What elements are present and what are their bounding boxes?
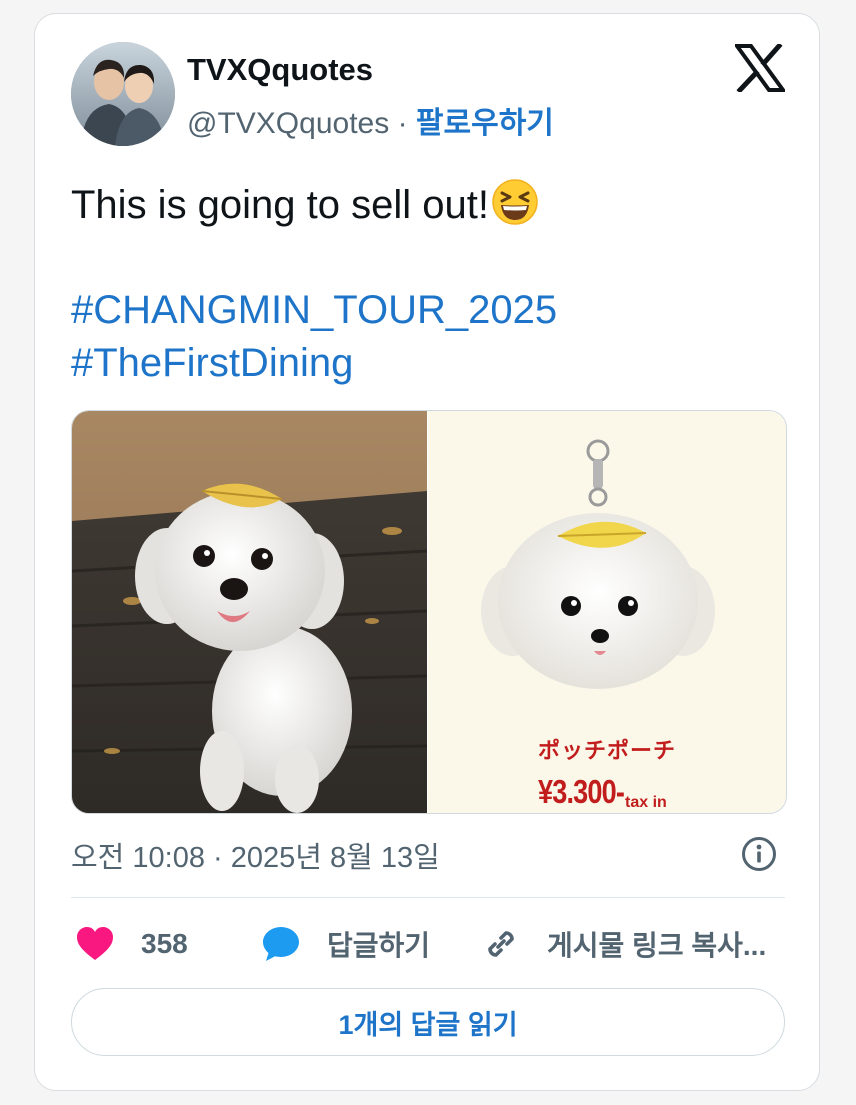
info-icon[interactable]: [741, 836, 777, 872]
dog-photo[interactable]: [72, 411, 428, 813]
avatar[interactable]: [71, 42, 175, 146]
reply-action-label: 답글하기: [327, 930, 431, 961]
like-button[interactable]: 358: [75, 922, 188, 966]
heart-icon: [77, 927, 113, 960]
like-count: 358: [141, 928, 188, 959]
product-image[interactable]: ポッチポーチ ¥3.300- tax in: [428, 411, 786, 813]
product-price: ¥3.300-: [538, 773, 625, 810]
tweet-embed-card: TVXQquotes @TVXQquotes · 팔로우하기 This is g…: [34, 13, 820, 1091]
tweet-media[interactable]: ポッチポーチ ¥3.300- tax in: [71, 410, 787, 814]
tweet-body: This is going to sell out!: [71, 183, 489, 227]
plush-pouch-image: [481, 439, 715, 689]
copy-link-label: 게시물 링크 복사...: [547, 930, 767, 961]
hashtag-line: #TheFirstDining: [71, 337, 791, 390]
separator-dot: ·: [397, 107, 408, 140]
grinning-squinting-face-icon: [491, 178, 539, 240]
follow-button[interactable]: 팔로우하기: [416, 107, 554, 140]
tweet-text-line: This is going to sell out!: [71, 178, 791, 231]
author-display-name[interactable]: TVXQquotes: [187, 52, 373, 88]
avatar-image: [71, 42, 175, 146]
product-name: ポッチポーチ: [537, 739, 676, 764]
divider: [71, 897, 785, 898]
dog-photo-image: [72, 411, 428, 813]
x-logo-icon[interactable]: [735, 44, 785, 92]
tax-note: tax in: [625, 794, 667, 811]
author-handle[interactable]: @TVXQquotes: [187, 107, 389, 140]
hashtag-link[interactable]: #TheFirstDining: [71, 341, 353, 385]
speech-bubble-icon: [263, 927, 299, 961]
copy-link-button[interactable]: 게시물 링크 복사...: [481, 922, 766, 966]
author-handle-row: @TVXQquotes · 팔로우하기: [187, 98, 554, 142]
tweet-timestamp[interactable]: 오전 10:08 · 2025년 8월 13일: [71, 834, 440, 876]
reply-action-button[interactable]: 답글하기: [261, 922, 430, 966]
read-replies-button[interactable]: 1개의 답글 읽기: [71, 988, 785, 1056]
hashtag-link[interactable]: #CHANGMIN_TOUR_2025: [71, 288, 557, 332]
tweet-text: This is going to sell out! #CHANGMIN_TOU…: [71, 178, 791, 390]
hashtag-line: #CHANGMIN_TOUR_2025: [71, 284, 791, 337]
link-icon: [488, 931, 514, 957]
